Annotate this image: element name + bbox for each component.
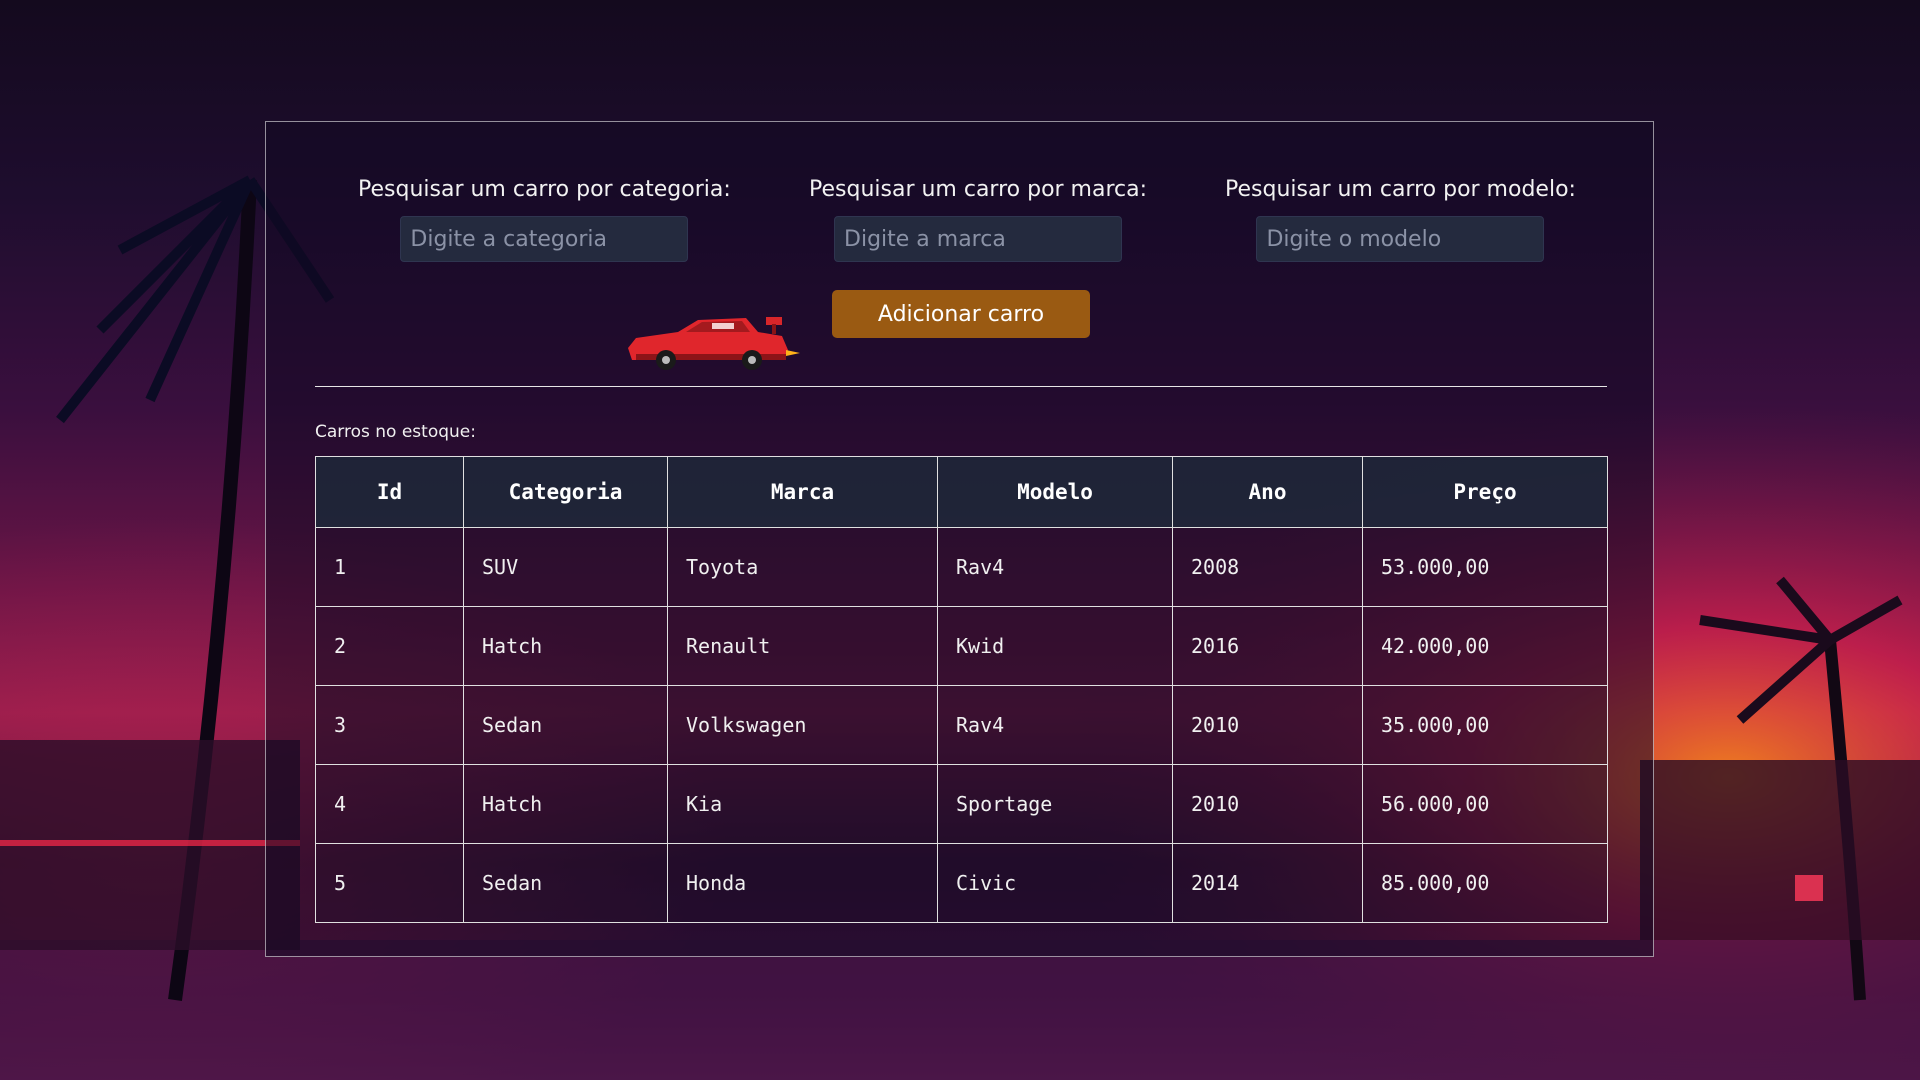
header-ano: Ano	[1172, 456, 1363, 528]
search-categoria-input[interactable]	[400, 216, 689, 262]
cell-categoria: Sedan	[463, 843, 668, 923]
cell-id: 5	[315, 843, 464, 923]
cell-modelo: Civic	[937, 843, 1173, 923]
cell-preco: 53.000,00	[1362, 527, 1608, 607]
cell-preco: 56.000,00	[1362, 764, 1608, 844]
search-categoria-group: Pesquisar um carro por categoria:	[358, 177, 731, 262]
cell-categoria: SUV	[463, 527, 668, 607]
cell-modelo: Sportage	[937, 764, 1173, 844]
cell-id: 3	[315, 685, 464, 765]
cell-id: 2	[315, 606, 464, 686]
cell-ano: 2014	[1172, 843, 1363, 923]
cell-id: 4	[315, 764, 464, 844]
search-modelo-input[interactable]	[1256, 216, 1545, 262]
divider	[315, 386, 1607, 387]
search-categoria-label: Pesquisar um carro por categoria:	[358, 177, 731, 202]
cell-preco: 35.000,00	[1362, 685, 1608, 765]
cell-preco: 42.000,00	[1362, 606, 1608, 686]
cell-ano: 2010	[1172, 764, 1363, 844]
cell-marca: Kia	[667, 764, 938, 844]
main-panel: Pesquisar um carro por categoria: Pesqui…	[265, 121, 1654, 957]
cell-ano: 2010	[1172, 685, 1363, 765]
header-modelo: Modelo	[937, 456, 1173, 528]
search-marca-group: Pesquisar um carro por marca:	[809, 177, 1147, 262]
table-row: 4 Hatch Kia Sportage 2010 56.000,00	[315, 764, 1608, 844]
cell-modelo: Kwid	[937, 606, 1173, 686]
red-sports-car-icon	[628, 317, 800, 370]
cell-preco: 85.000,00	[1362, 843, 1608, 923]
search-marca-input[interactable]	[834, 216, 1123, 262]
cell-ano: 2008	[1172, 527, 1363, 607]
search-modelo-label: Pesquisar um carro por modelo:	[1225, 177, 1576, 202]
table-row: 5 Sedan Honda Civic 2014 85.000,00	[315, 843, 1608, 923]
table-header-row: Id Categoria Marca Modelo Ano Preço	[315, 456, 1608, 528]
header-preco: Preço	[1362, 456, 1608, 528]
cell-marca: Toyota	[667, 527, 938, 607]
table-row: 3 Sedan Volkswagen Rav4 2010 35.000,00	[315, 685, 1608, 765]
add-car-button[interactable]: Adicionar carro	[832, 290, 1090, 338]
table-row: 1 SUV Toyota Rav4 2008 53.000,00	[315, 527, 1608, 607]
cell-ano: 2016	[1172, 606, 1363, 686]
header-id: Id	[315, 456, 464, 528]
header-marca: Marca	[667, 456, 938, 528]
cell-modelo: Rav4	[937, 527, 1173, 607]
cars-table: Id Categoria Marca Modelo Ano Preço 1 SU…	[315, 456, 1608, 923]
cell-modelo: Rav4	[937, 685, 1173, 765]
cell-marca: Volkswagen	[667, 685, 938, 765]
table-row: 2 Hatch Renault Kwid 2016 42.000,00	[315, 606, 1608, 686]
cell-categoria: Hatch	[463, 606, 668, 686]
cell-id: 1	[315, 527, 464, 607]
cell-marca: Renault	[667, 606, 938, 686]
header-categoria: Categoria	[463, 456, 668, 528]
cell-marca: Honda	[667, 843, 938, 923]
cell-categoria: Sedan	[463, 685, 668, 765]
search-modelo-group: Pesquisar um carro por modelo:	[1225, 177, 1576, 262]
cell-categoria: Hatch	[463, 764, 668, 844]
stock-label: Carros no estoque:	[315, 422, 476, 442]
search-marca-label: Pesquisar um carro por marca:	[809, 177, 1148, 202]
